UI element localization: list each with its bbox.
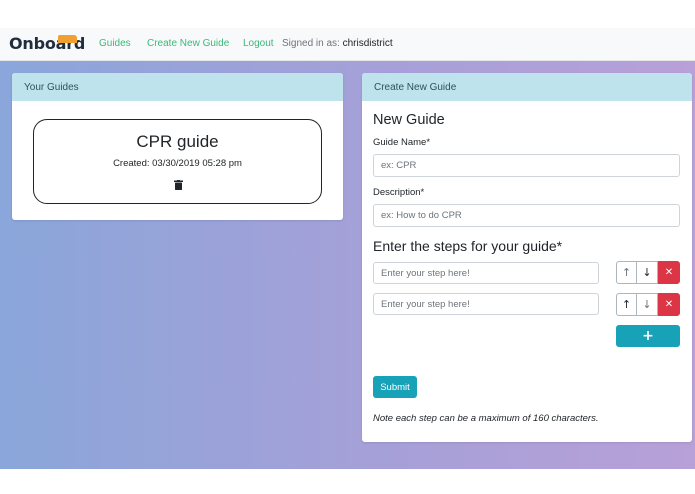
step-1-controls: ↑ ↓ ✕: [616, 261, 680, 284]
move-up-button[interactable]: ↑: [616, 293, 637, 316]
nav-link-create-new-guide[interactable]: Create New Guide: [147, 38, 229, 49]
arrow-down-icon: ↓: [642, 298, 652, 311]
nav-link-logout[interactable]: Logout: [243, 38, 274, 49]
description-label: Description*: [373, 187, 425, 198]
signed-in-status: Signed in as: chrisdistrict: [282, 38, 393, 49]
your-guides-header: Your Guides: [12, 73, 343, 101]
submit-button[interactable]: Submit: [373, 376, 417, 398]
guide-created-date: Created: 03/30/2019 05:28 pm: [113, 158, 242, 169]
bottom-margin: [0, 469, 695, 494]
new-guide-title: New Guide: [373, 112, 445, 128]
signed-in-prefix: Signed in as:: [282, 38, 340, 49]
step-2-controls: ↑ ↓ ✕: [616, 293, 680, 316]
arrow-down-icon: ↓: [642, 266, 652, 279]
guide-name-label: Guide Name*: [373, 137, 431, 148]
move-down-button[interactable]: ↓: [637, 261, 658, 284]
trash-icon[interactable]: [174, 180, 183, 190]
step-input-1[interactable]: [373, 262, 599, 284]
create-guide-header: Create New Guide: [362, 73, 692, 101]
move-down-button[interactable]: ↓: [637, 293, 658, 316]
add-step-button[interactable]: +: [616, 325, 680, 347]
description-input[interactable]: [373, 204, 680, 227]
arrow-up-icon: ↑: [621, 266, 632, 279]
create-guide-card: Create New Guide New Guide Guide Name* D…: [362, 73, 692, 442]
character-limit-note: Note each step can be a maximum of 160 c…: [373, 413, 599, 424]
top-margin: [0, 0, 695, 28]
username: chrisdistrict: [342, 38, 393, 49]
nav-link-guides[interactable]: Guides: [99, 38, 131, 49]
guide-name-input[interactable]: [373, 154, 680, 177]
steps-heading: Enter the steps for your guide*: [373, 238, 563, 254]
guide-item[interactable]: CPR guide Created: 03/30/2019 05:28 pm: [33, 119, 322, 204]
close-icon: ✕: [664, 299, 674, 310]
arrow-up-icon: ↑: [621, 298, 632, 311]
navbar: Onboard Guides Create New Guide Logout S…: [0, 28, 695, 61]
logo-flag-icon: [58, 35, 77, 43]
move-up-button[interactable]: ↑: [616, 261, 637, 284]
close-icon: ✕: [664, 267, 674, 278]
remove-step-button[interactable]: ✕: [658, 293, 680, 316]
remove-step-button[interactable]: ✕: [658, 261, 680, 284]
your-guides-card: Your Guides CPR guide Created: 03/30/201…: [12, 73, 343, 220]
guide-title[interactable]: CPR guide: [34, 132, 321, 152]
step-input-2[interactable]: [373, 293, 599, 315]
